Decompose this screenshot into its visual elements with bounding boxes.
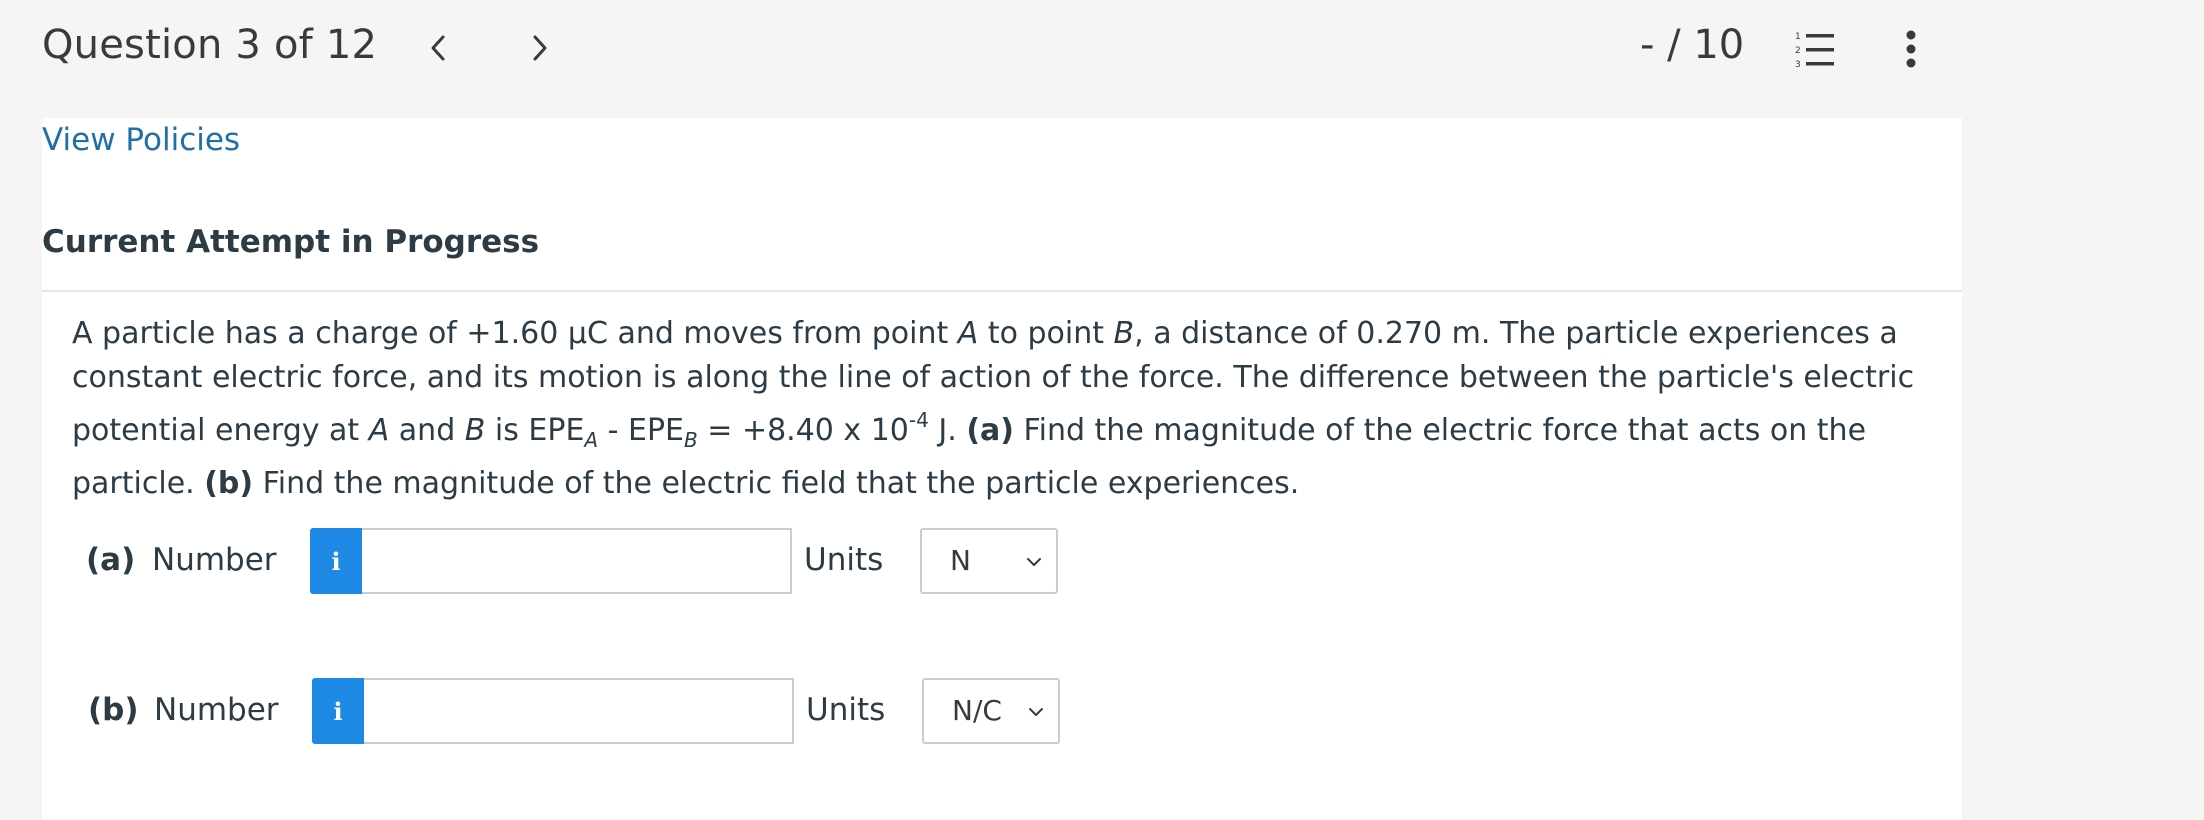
- view-policies-link[interactable]: View Policies: [42, 122, 240, 158]
- units-select-a[interactable]: N: [920, 528, 1058, 594]
- svg-text:2: 2: [1795, 46, 1801, 56]
- quiz-header: Question 3 of 12 - / 10 1 2 3: [0, 0, 2204, 118]
- info-button[interactable]: i: [312, 678, 364, 744]
- units-select-b[interactable]: N/C: [922, 678, 1060, 744]
- question-card: View Policies Current Attempt in Progres…: [42, 118, 1962, 820]
- question-counter: Question 3 of 12: [42, 22, 378, 68]
- question-list-button[interactable]: 1 2 3: [1792, 28, 1838, 74]
- part-label: (b): [88, 692, 139, 728]
- more-vertical-icon: [1906, 30, 1916, 68]
- info-icon: i: [333, 696, 343, 726]
- units-label: Units: [806, 692, 886, 728]
- number-input-b[interactable]: [364, 678, 794, 744]
- chevron-left-icon: [431, 35, 445, 61]
- number-label: Number: [154, 692, 279, 728]
- previous-question-button[interactable]: [418, 24, 458, 72]
- selected-unit: N/C: [952, 694, 1002, 727]
- units-label: Units: [804, 542, 884, 578]
- next-question-button[interactable]: [520, 24, 560, 72]
- question-text: A particle has a charge of +1.60 μC and …: [72, 316, 1915, 501]
- svg-text:1: 1: [1795, 32, 1801, 42]
- score-display: - / 10: [1640, 22, 1745, 68]
- part-label: (a): [86, 542, 136, 578]
- info-button[interactable]: i: [310, 528, 362, 594]
- number-label: Number: [152, 542, 277, 578]
- info-icon: i: [331, 546, 341, 576]
- divider: [42, 290, 1962, 292]
- selected-unit: N: [950, 544, 971, 577]
- attempt-heading: Current Attempt in Progress: [42, 224, 540, 260]
- numbered-list-icon: 1 2 3: [1795, 32, 1834, 70]
- more-options-button[interactable]: [1896, 26, 1926, 76]
- number-input-a[interactable]: [362, 528, 792, 594]
- svg-text:3: 3: [1795, 60, 1801, 70]
- chevron-down-icon: [1029, 708, 1043, 716]
- chevron-down-icon: [1027, 558, 1041, 566]
- chevron-right-icon: [533, 35, 547, 61]
